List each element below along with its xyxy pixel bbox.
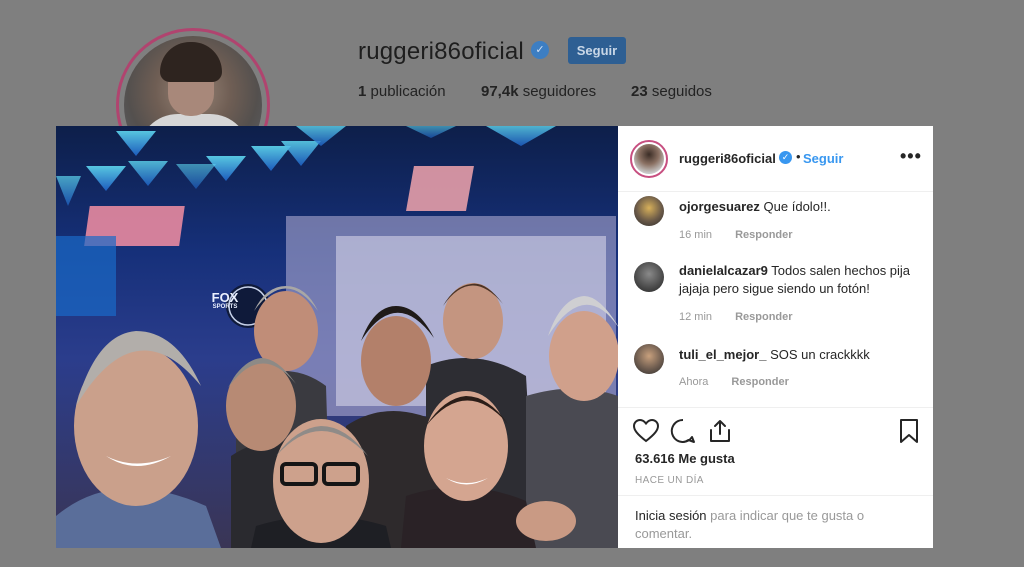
post-timestamp: HACE UN DÍA	[635, 475, 704, 486]
comment-time: Ahora	[679, 376, 709, 388]
comment-avatar[interactable]	[634, 344, 664, 374]
comment-icon[interactable]	[670, 418, 696, 444]
comment-meta: Ahora Responder	[679, 376, 789, 388]
comment-avatar[interactable]	[634, 196, 664, 226]
post-author-avatar[interactable]	[630, 140, 668, 178]
login-divider	[618, 495, 933, 496]
comment-meta: 12 min Responder	[679, 311, 793, 323]
comment-username[interactable]: danielalcazar9	[679, 263, 768, 278]
comment-text: danielalcazar9 Todos salen hechos pija j…	[679, 262, 919, 298]
post-follow-button[interactable]: Seguir	[803, 151, 843, 166]
verified-badge-icon: ✓	[779, 151, 792, 164]
heart-icon[interactable]	[633, 418, 659, 444]
comment-username[interactable]: tuli_el_mejor_	[679, 347, 766, 362]
likes-count[interactable]: 63.616 Me gusta	[635, 451, 735, 466]
header-separator: •	[796, 149, 801, 164]
profile-username: ruggeri86oficial	[358, 38, 524, 65]
profile-header: ruggeri86oficial ✓ Seguir 1 publicación …	[0, 0, 1024, 182]
actions-divider	[618, 407, 933, 408]
comment-time: 12 min	[679, 311, 713, 323]
following-stat[interactable]: 23 seguidos	[631, 83, 712, 100]
followers-stat[interactable]: 97,4k seguidores	[481, 83, 596, 100]
bookmark-icon[interactable]	[896, 418, 922, 444]
comment-text: tuli_el_mejor_ SOS un crackkkk	[679, 346, 919, 364]
share-icon[interactable]	[707, 418, 733, 444]
post-header: ruggeri86oficial ✓ • Seguir •••	[618, 126, 933, 192]
post-modal: FOX SPORTS ruggeri86oficial ✓ • Seguir •…	[56, 126, 933, 548]
comment-avatar[interactable]	[634, 262, 664, 292]
post-photo[interactable]: FOX SPORTS	[56, 126, 618, 548]
reply-button[interactable]: Responder	[735, 311, 792, 323]
more-horizontal-icon[interactable]: •••	[900, 146, 922, 167]
comment-time: 16 min	[679, 229, 713, 241]
comment-username[interactable]: ojorgesuarez	[679, 199, 760, 214]
login-link[interactable]: Inicia sesión	[635, 508, 707, 523]
post-sidebar: ruggeri86oficial ✓ • Seguir ••• ojorgesu…	[618, 126, 933, 548]
posts-stat[interactable]: 1 publicación	[358, 83, 446, 100]
verified-badge-icon: ✓	[531, 41, 549, 59]
follow-button[interactable]: Seguir	[568, 37, 626, 64]
people-group	[56, 283, 618, 548]
login-prompt: Inicia sesión para indicar que te gusta …	[635, 507, 905, 543]
reply-button[interactable]: Responder	[731, 376, 788, 388]
comment-body: Que ídolo!!.	[763, 199, 831, 214]
post-author-username[interactable]: ruggeri86oficial	[679, 151, 776, 166]
comment-meta: 16 min Responder	[679, 229, 793, 241]
comment-text: ojorgesuarez Que ídolo!!.	[679, 198, 919, 216]
reply-button[interactable]: Responder	[735, 229, 792, 241]
comment-body: SOS un crackkkk	[770, 347, 870, 362]
